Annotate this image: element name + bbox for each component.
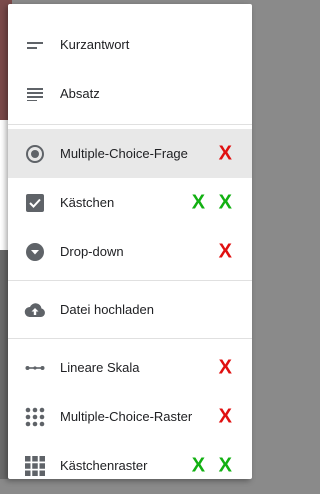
menu-item-paragraph[interactable]: Absatz xyxy=(8,69,252,118)
short-text-icon xyxy=(24,34,46,56)
checkbox-icon xyxy=(24,192,46,214)
green-x-mark: X X xyxy=(191,191,236,213)
red-x-mark: X xyxy=(218,356,236,378)
menu-item-dropdown[interactable]: Drop-down X xyxy=(8,227,252,276)
paragraph-icon xyxy=(24,83,46,105)
menu-item-multiple-choice-grid[interactable]: Multiple-Choice-Raster X xyxy=(8,392,252,441)
menu-item-label: Lineare Skala xyxy=(60,360,140,375)
menu-item-checkbox-grid[interactable]: Kästchenraster X X xyxy=(8,441,252,490)
menu-item-checkboxes[interactable]: Kästchen X X xyxy=(8,178,252,227)
choice-group: Multiple-Choice-Frage X Kästchen X X Dro… xyxy=(8,125,252,280)
green-x-mark: X X xyxy=(191,454,236,476)
upload-group: Datei hochladen xyxy=(8,281,252,338)
radio-grid-icon xyxy=(24,406,46,428)
menu-item-label: Kästchen xyxy=(60,195,115,210)
text-group: Kurzantwort Absatz xyxy=(8,4,252,124)
menu-item-short-answer[interactable]: Kurzantwort xyxy=(8,20,252,69)
cloud-upload-icon xyxy=(24,299,46,321)
question-type-menu: Kurzantwort Absatz Multiple-Choice-Frage… xyxy=(8,4,252,479)
menu-item-label: Drop-down xyxy=(60,244,124,259)
menu-item-label: Absatz xyxy=(60,86,100,101)
menu-item-label: Kurzantwort xyxy=(60,37,130,52)
menu-item-label: Multiple-Choice-Frage xyxy=(60,146,188,161)
red-x-mark: X xyxy=(218,240,236,262)
menu-item-multiple-choice[interactable]: Multiple-Choice-Frage X xyxy=(8,129,252,178)
menu-item-label: Datei hochladen xyxy=(60,302,154,317)
menu-item-label: Multiple-Choice-Raster xyxy=(60,409,193,424)
linear-scale-icon xyxy=(24,357,46,379)
checkbox-grid-icon xyxy=(24,455,46,477)
menu-item-label: Kästchenraster xyxy=(60,458,148,473)
menu-item-linear-scale[interactable]: Lineare Skala X xyxy=(8,343,252,392)
red-x-mark: X xyxy=(218,142,236,164)
menu-item-file-upload[interactable]: Datei hochladen xyxy=(8,285,252,334)
dropdown-icon xyxy=(24,241,46,263)
radio-button-icon xyxy=(24,143,46,165)
red-x-mark: X xyxy=(218,405,236,427)
scale-grid-group: Lineare Skala X Multiple-Choice-Raster X xyxy=(8,339,252,494)
